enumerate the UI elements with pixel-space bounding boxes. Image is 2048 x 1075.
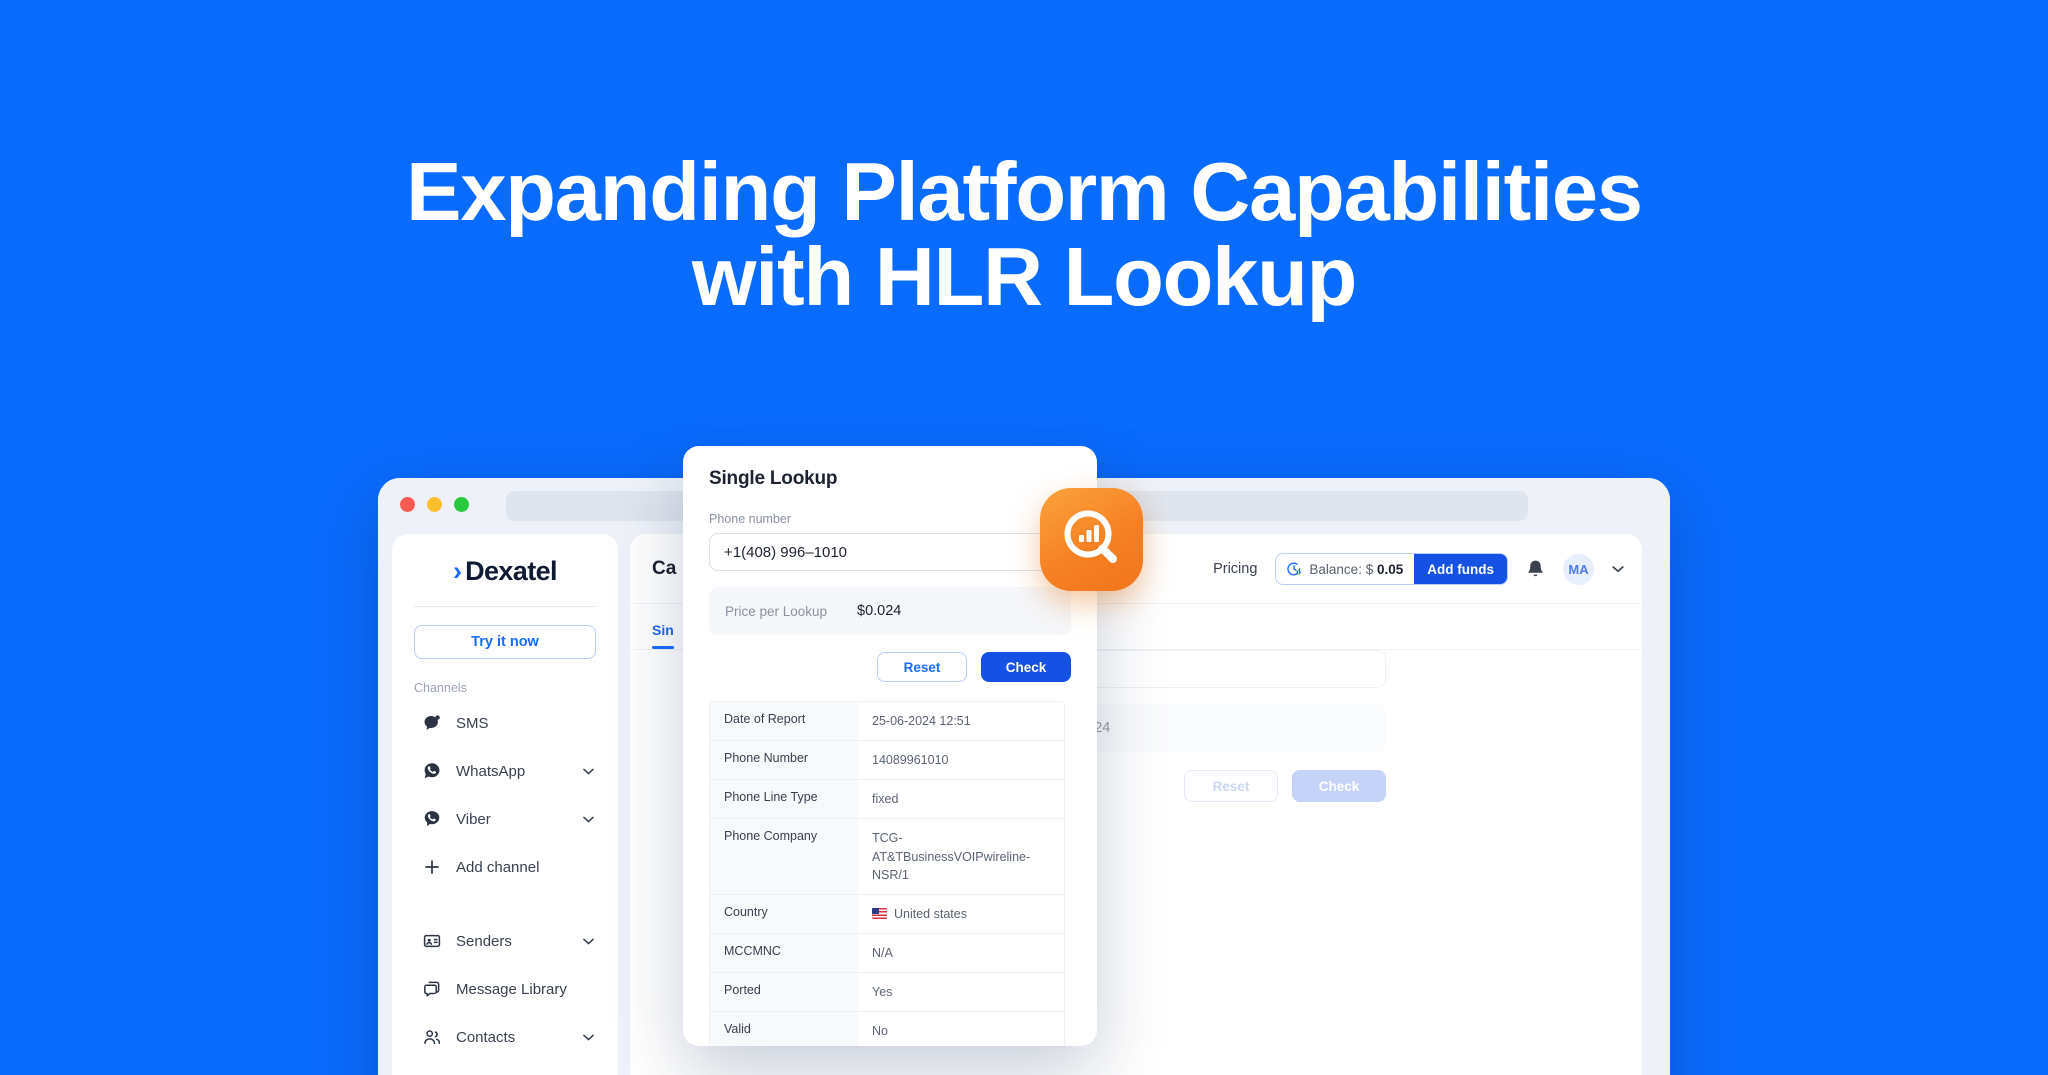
lookup-results-table: Date of Report 25-06-2024 12:51 Phone Nu… (709, 701, 1065, 1046)
sidebar-item-label: WhatsApp (456, 762, 526, 780)
balance-amount: Balance: $ 0.05 (1309, 561, 1404, 577)
single-lookup-modal: Single Lookup Phone number +1(408) 996–1… (683, 446, 1097, 1046)
hero-line-1: Expanding Platform Capabilities (406, 145, 1643, 238)
sidebar-item-sms[interactable]: SMS (392, 699, 618, 747)
table-row: Ported Yes (710, 973, 1064, 1013)
row-value: No (858, 1012, 1064, 1046)
table-row: Valid No (710, 1012, 1064, 1046)
sidebar-item-label: Add channel (456, 858, 540, 876)
whatsapp-icon (422, 761, 442, 781)
row-key: Country (710, 894, 858, 933)
table-row: Country United states (710, 894, 1064, 934)
row-value: TCG-AT&TBusinessVOIPwireline-NSR/1 (858, 819, 1064, 894)
maximize-window-dot[interactable] (454, 497, 469, 512)
row-key: MCCMNC (710, 933, 858, 972)
add-funds-button[interactable]: Add funds (1414, 554, 1507, 584)
balance-widget[interactable]: Balance: $ 0.05 Add funds (1275, 553, 1508, 585)
plus-icon (422, 857, 442, 877)
page-title: Ca (652, 558, 677, 579)
sidebar-section-channels: Channels (414, 681, 467, 695)
minimize-window-dot[interactable] (427, 497, 442, 512)
reset-button[interactable]: Reset (877, 652, 967, 682)
row-value: 14089961010 (858, 741, 1064, 780)
sidebar-item-add-channel[interactable]: Add channel (392, 843, 618, 891)
row-value: N/A (858, 933, 1064, 972)
sidebar-item-label: Viber (456, 810, 491, 828)
balance-clock-icon (1286, 561, 1302, 577)
sidebar-item-senders[interactable]: Senders (392, 917, 618, 965)
us-flag-icon (872, 907, 887, 919)
modal-title: Single Lookup (709, 468, 838, 489)
sidebar: ‹ Dexatel Try it now Channels SMS WhatsA… (392, 534, 618, 1075)
row-value: 25-06-2024 12:51 (858, 702, 1064, 741)
contacts-icon (422, 1027, 442, 1047)
row-key: Phone Line Type (710, 780, 858, 819)
row-key: Valid (710, 1012, 858, 1046)
balance-display: Balance: $ 0.05 (1276, 554, 1414, 584)
brand-name: Dexatel (465, 555, 557, 586)
row-value: Yes (858, 973, 1064, 1012)
topbar-actions: Pricing Balance: $ 0.05 Add funds MA (1213, 534, 1624, 604)
chevron-down-icon[interactable] (1612, 565, 1624, 573)
sidebar-item-label: Message Library (456, 980, 567, 998)
row-value: United states (858, 894, 1064, 933)
phone-number-label: Phone number (709, 512, 792, 526)
sidebar-item-viber[interactable]: Viber (392, 795, 618, 843)
chevron-down-icon[interactable] (583, 1034, 594, 1041)
price-per-lookup-row: Price per Lookup $0.024 (709, 587, 1071, 635)
pricing-link[interactable]: Pricing (1213, 561, 1257, 577)
row-key: Phone Number (710, 741, 858, 780)
avatar[interactable]: MA (1563, 553, 1594, 585)
row-value: fixed (858, 780, 1064, 819)
brand-mark-icon: ‹ (453, 555, 463, 586)
price-per-lookup-value: $0.024 (857, 603, 902, 619)
close-window-dot[interactable] (400, 497, 415, 512)
table-row: Phone Line Type fixed (710, 780, 1064, 820)
hero-heading: Expanding Platform Capabilities with HLR… (0, 145, 2048, 323)
try-it-now-button[interactable]: Try it now (414, 625, 596, 659)
row-key: Date of Report (710, 702, 858, 741)
hlr-lookup-badge (1040, 488, 1143, 591)
background-reset-button[interactable]: Reset (1184, 770, 1278, 802)
table-row: MCCMNC N/A (710, 933, 1064, 973)
tab-single-lookup[interactable]: Sin (652, 622, 674, 649)
hero-line-2: with HLR Lookup (691, 229, 1358, 323)
table-row: Phone Number 14089961010 (710, 741, 1064, 781)
phone-number-input[interactable]: +1(408) 996–1010 (709, 533, 1071, 571)
sidebar-item-whatsapp[interactable]: WhatsApp (392, 747, 618, 795)
sms-icon (422, 713, 442, 733)
chevron-down-icon[interactable] (583, 938, 594, 945)
chevron-down-icon[interactable] (583, 768, 594, 775)
sidebar-divider (414, 606, 596, 607)
hlr-lookup-magnifier-chart-icon (1064, 510, 1117, 563)
sidebar-item-contacts[interactable]: Contacts (392, 1013, 618, 1061)
chevron-down-icon[interactable] (583, 816, 594, 823)
page-root: Expanding Platform Capabilities with HLR… (0, 0, 2048, 1075)
price-per-lookup-label: Price per Lookup (725, 603, 828, 619)
id-card-icon (422, 931, 442, 951)
country-name: United states (894, 906, 967, 921)
brand-logo[interactable]: ‹ Dexatel (392, 552, 618, 594)
modal-actions: Reset Check (709, 652, 1071, 682)
viber-icon (422, 809, 442, 829)
window-controls (400, 497, 469, 512)
table-row: Phone Company TCG-AT&TBusinessVOIPwireli… (710, 819, 1064, 895)
messages-icon (422, 979, 442, 999)
sidebar-item-message-library[interactable]: Message Library (392, 965, 618, 1013)
table-row: Date of Report 25-06-2024 12:51 (710, 702, 1064, 742)
sidebar-item-label: SMS (456, 714, 489, 732)
row-key: Ported (710, 973, 858, 1012)
check-button[interactable]: Check (981, 652, 1071, 682)
row-key: Phone Company (710, 819, 858, 894)
background-check-button[interactable]: Check (1292, 770, 1386, 802)
sidebar-item-label: Contacts (456, 1028, 516, 1046)
sidebar-item-label: Senders (456, 932, 512, 950)
notification-bell-icon[interactable] (1526, 559, 1545, 580)
